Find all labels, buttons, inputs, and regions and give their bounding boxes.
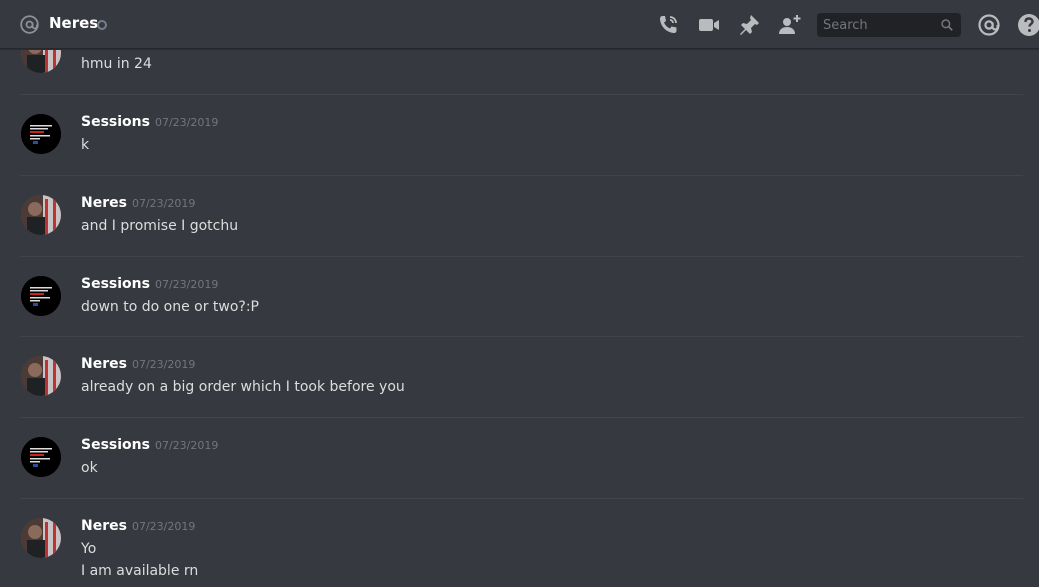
message-text: k — [81, 137, 90, 153]
message-divider — [20, 498, 1023, 499]
message-list[interactable]: hmu in 24 Sessions 07/23/2019 k Neres 07/2… — [0, 50, 1039, 587]
status-ring-icon — [97, 20, 107, 30]
author-name[interactable]: Sessions — [81, 276, 150, 292]
mention-icon[interactable] — [977, 13, 1001, 37]
timestamp: 07/23/2019 — [131, 358, 196, 371]
video-camera-icon[interactable] — [697, 13, 721, 37]
message-header: Sessions 07/23/2019 — [81, 276, 218, 292]
avatar-neres[interactable] — [21, 518, 61, 558]
search-icon — [941, 19, 953, 31]
message-text: and I promise I gotchu — [81, 218, 239, 234]
message-header: Sessions 07/23/2019 — [81, 114, 218, 130]
channel-name: Neres — [49, 14, 99, 32]
timestamp: 07/23/2019 — [154, 278, 219, 291]
search-box[interactable] — [817, 13, 961, 37]
author-name[interactable]: Sessions — [81, 437, 150, 453]
message-divider — [20, 336, 1023, 337]
timestamp: 07/23/2019 — [131, 197, 196, 210]
message-text: hmu in 24 — [81, 56, 152, 72]
avatar-neres[interactable] — [21, 50, 61, 73]
message-text: already on a big order which I took befo… — [81, 379, 405, 395]
timestamp: 07/23/2019 — [154, 116, 219, 129]
phone-call-icon[interactable] — [656, 13, 680, 37]
author-name[interactable]: Neres — [81, 195, 127, 211]
timestamp: 07/23/2019 — [131, 520, 196, 533]
message-text: ok — [81, 460, 98, 476]
message-divider — [20, 417, 1023, 418]
author-name[interactable]: Neres — [81, 518, 127, 534]
avatar-neres[interactable] — [21, 356, 61, 396]
author-name[interactable]: Neres — [81, 356, 127, 372]
message-divider — [20, 175, 1023, 176]
message-header: Neres 07/23/2019 — [81, 518, 195, 534]
message-header: Neres 07/23/2019 — [81, 356, 195, 372]
avatar-sessions[interactable] — [21, 437, 61, 477]
avatar-neres[interactable] — [21, 195, 61, 235]
timestamp: 07/23/2019 — [154, 439, 219, 452]
message-text: Yo — [81, 541, 97, 557]
message-divider — [20, 256, 1023, 257]
avatar-sessions[interactable] — [21, 276, 61, 316]
pin-icon[interactable] — [737, 13, 761, 37]
author-name[interactable]: Sessions — [81, 114, 150, 130]
search-input[interactable] — [817, 13, 947, 37]
channel-header: Neres — [0, 0, 1039, 49]
help-icon[interactable] — [1017, 13, 1039, 37]
add-friend-icon[interactable] — [777, 13, 801, 37]
message-text: I am available rn — [81, 563, 199, 579]
avatar-sessions[interactable] — [21, 114, 61, 154]
at-icon — [20, 15, 39, 34]
message-divider — [20, 94, 1023, 95]
message-header: Sessions 07/23/2019 — [81, 437, 218, 453]
message-text: down to do one or two?:P — [81, 299, 260, 315]
message-header: Neres 07/23/2019 — [81, 195, 195, 211]
